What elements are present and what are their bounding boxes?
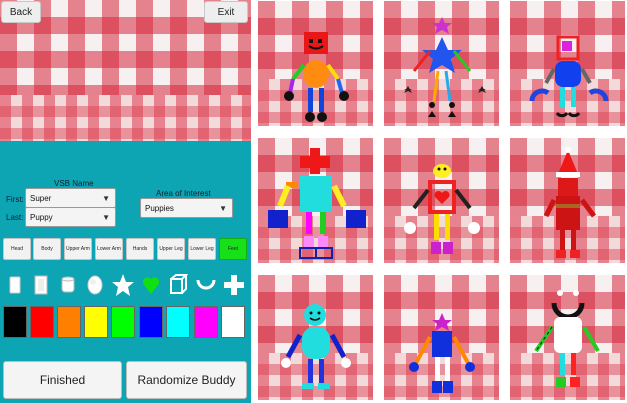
shape-rect-button[interactable]	[30, 270, 52, 300]
randomize-buddy-button[interactable]: Randomize Buddy	[126, 361, 247, 399]
color-swatch[interactable]	[221, 306, 245, 338]
buddy-figure	[543, 147, 596, 258]
buddy-figure	[409, 313, 475, 393]
color-swatch[interactable]	[166, 306, 190, 338]
chevron-down-icon: ▼	[219, 204, 227, 213]
vsb-name-label: VSB Name	[54, 179, 94, 188]
last-name-select[interactable]: Puppy ▼	[25, 207, 116, 227]
buddy-figure	[281, 304, 351, 389]
color-swatch[interactable]	[111, 306, 135, 338]
sphere-icon	[87, 275, 103, 295]
color-swatch[interactable]	[139, 306, 163, 338]
buddy-gallery-tile[interactable]	[257, 0, 374, 127]
chevron-down-icon: ▼	[102, 213, 110, 222]
back-button[interactable]: Back	[1, 1, 41, 23]
buddy-gallery-tile[interactable]	[509, 274, 626, 401]
color-swatch[interactable]	[194, 306, 218, 338]
plus-icon	[224, 275, 244, 295]
finished-button[interactable]: Finished	[3, 361, 122, 399]
first-name-label: First:	[6, 195, 24, 204]
shape-rounded-rect-button[interactable]	[4, 270, 26, 300]
area-of-interest-select[interactable]: Puppies ▼	[140, 198, 233, 218]
shape-arc-button[interactable]	[195, 270, 217, 300]
cylinder-icon	[61, 276, 75, 293]
buddy-gallery-tile[interactable]	[383, 274, 500, 401]
color-swatch[interactable]	[3, 306, 27, 338]
buddy-gallery-tile[interactable]	[383, 137, 500, 264]
part-tab-head[interactable]: Head	[3, 238, 31, 260]
shape-cube-frame-button[interactable]	[167, 270, 189, 300]
first-name-select[interactable]: Super ▼	[25, 188, 116, 208]
shape-plus-button[interactable]	[223, 270, 245, 300]
exit-button[interactable]: Exit	[204, 1, 248, 23]
rect-icon	[34, 275, 48, 295]
part-tab-lower-leg[interactable]: Lower Leg	[188, 238, 216, 260]
buddy-figure	[268, 148, 366, 259]
buddy-editor-panel: Back Exit VSB Name First: Super ▼ Last: …	[0, 0, 251, 403]
part-tab-upper-leg[interactable]: Upper Leg	[157, 238, 185, 260]
arc-icon	[196, 279, 216, 290]
buddy-gallery-tile[interactable]	[509, 137, 626, 264]
color-swatch[interactable]	[57, 306, 81, 338]
buddy-preview-stage: Back Exit	[0, 0, 251, 141]
last-name-label: Last:	[6, 213, 24, 222]
shape-star-button[interactable]	[112, 270, 134, 300]
color-swatch[interactable]	[84, 306, 108, 338]
buddy-gallery-tile[interactable]	[509, 0, 626, 127]
part-tab-hands[interactable]: Hands	[126, 238, 154, 260]
part-tab-lower-arm[interactable]: Lower Arm	[95, 238, 123, 260]
buddy-gallery-tile[interactable]	[257, 274, 374, 401]
part-tab-upper-arm[interactable]: Upper Arm	[64, 238, 92, 260]
shape-heart-button[interactable]	[140, 270, 162, 300]
first-name-value: Super	[30, 193, 52, 203]
buddy-figure	[404, 164, 480, 254]
buddy-figure	[284, 32, 349, 122]
last-name-value: Puppy	[30, 212, 53, 222]
rounded-rect-icon	[9, 276, 21, 294]
preview-floor	[0, 95, 251, 141]
chevron-down-icon: ▼	[102, 194, 110, 203]
part-tab-feet[interactable]: Feet	[219, 238, 247, 260]
star-icon	[112, 274, 134, 296]
area-of-interest-label: Area of Interest	[156, 189, 211, 198]
buddy-figure	[404, 17, 486, 117]
cube-frame-icon	[170, 274, 188, 294]
buddy-gallery-tile[interactable]	[383, 0, 500, 127]
buddy-figure	[529, 35, 609, 118]
part-tab-body[interactable]: Body	[33, 238, 61, 260]
buddy-gallery-tile[interactable]	[257, 137, 374, 264]
shape-cylinder-button[interactable]	[57, 270, 79, 300]
heart-icon	[142, 277, 160, 294]
color-swatch[interactable]	[30, 306, 54, 338]
shape-sphere-button[interactable]	[84, 270, 106, 300]
buddy-figure	[534, 290, 600, 387]
area-of-interest-value: Puppies	[145, 203, 174, 213]
